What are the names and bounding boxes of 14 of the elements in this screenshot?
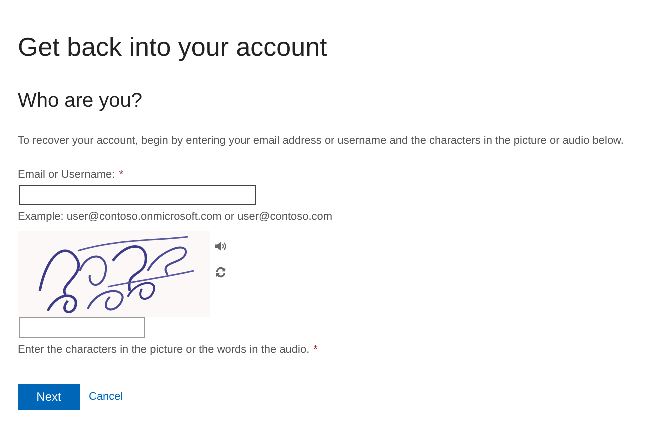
required-mark: * bbox=[314, 343, 318, 357]
refresh-icon[interactable] bbox=[215, 267, 227, 278]
email-input-field[interactable] bbox=[19, 185, 256, 205]
page-title: Get back into your account bbox=[18, 31, 328, 64]
cancel-link[interactable]: Cancel bbox=[89, 391, 124, 403]
field-label: Email or Username: bbox=[18, 168, 116, 182]
captcha-input-field[interactable] bbox=[19, 317, 145, 338]
instructions-text: To recover your account, begin by entering your email address or username and the characters in the picture or audio below. bbox=[18, 134, 625, 148]
captcha-hint-text: Enter the characters in the picture or the words in the audio. bbox=[18, 343, 310, 357]
example-text: Example: user@contoso.onmicrosoft.com or user@contoso.com bbox=[18, 210, 334, 224]
speaker-icon[interactable] bbox=[215, 241, 227, 252]
section-heading: Who are you? bbox=[18, 89, 144, 114]
next-button[interactable]: Next bbox=[18, 384, 80, 410]
required-mark: * bbox=[119, 168, 124, 182]
